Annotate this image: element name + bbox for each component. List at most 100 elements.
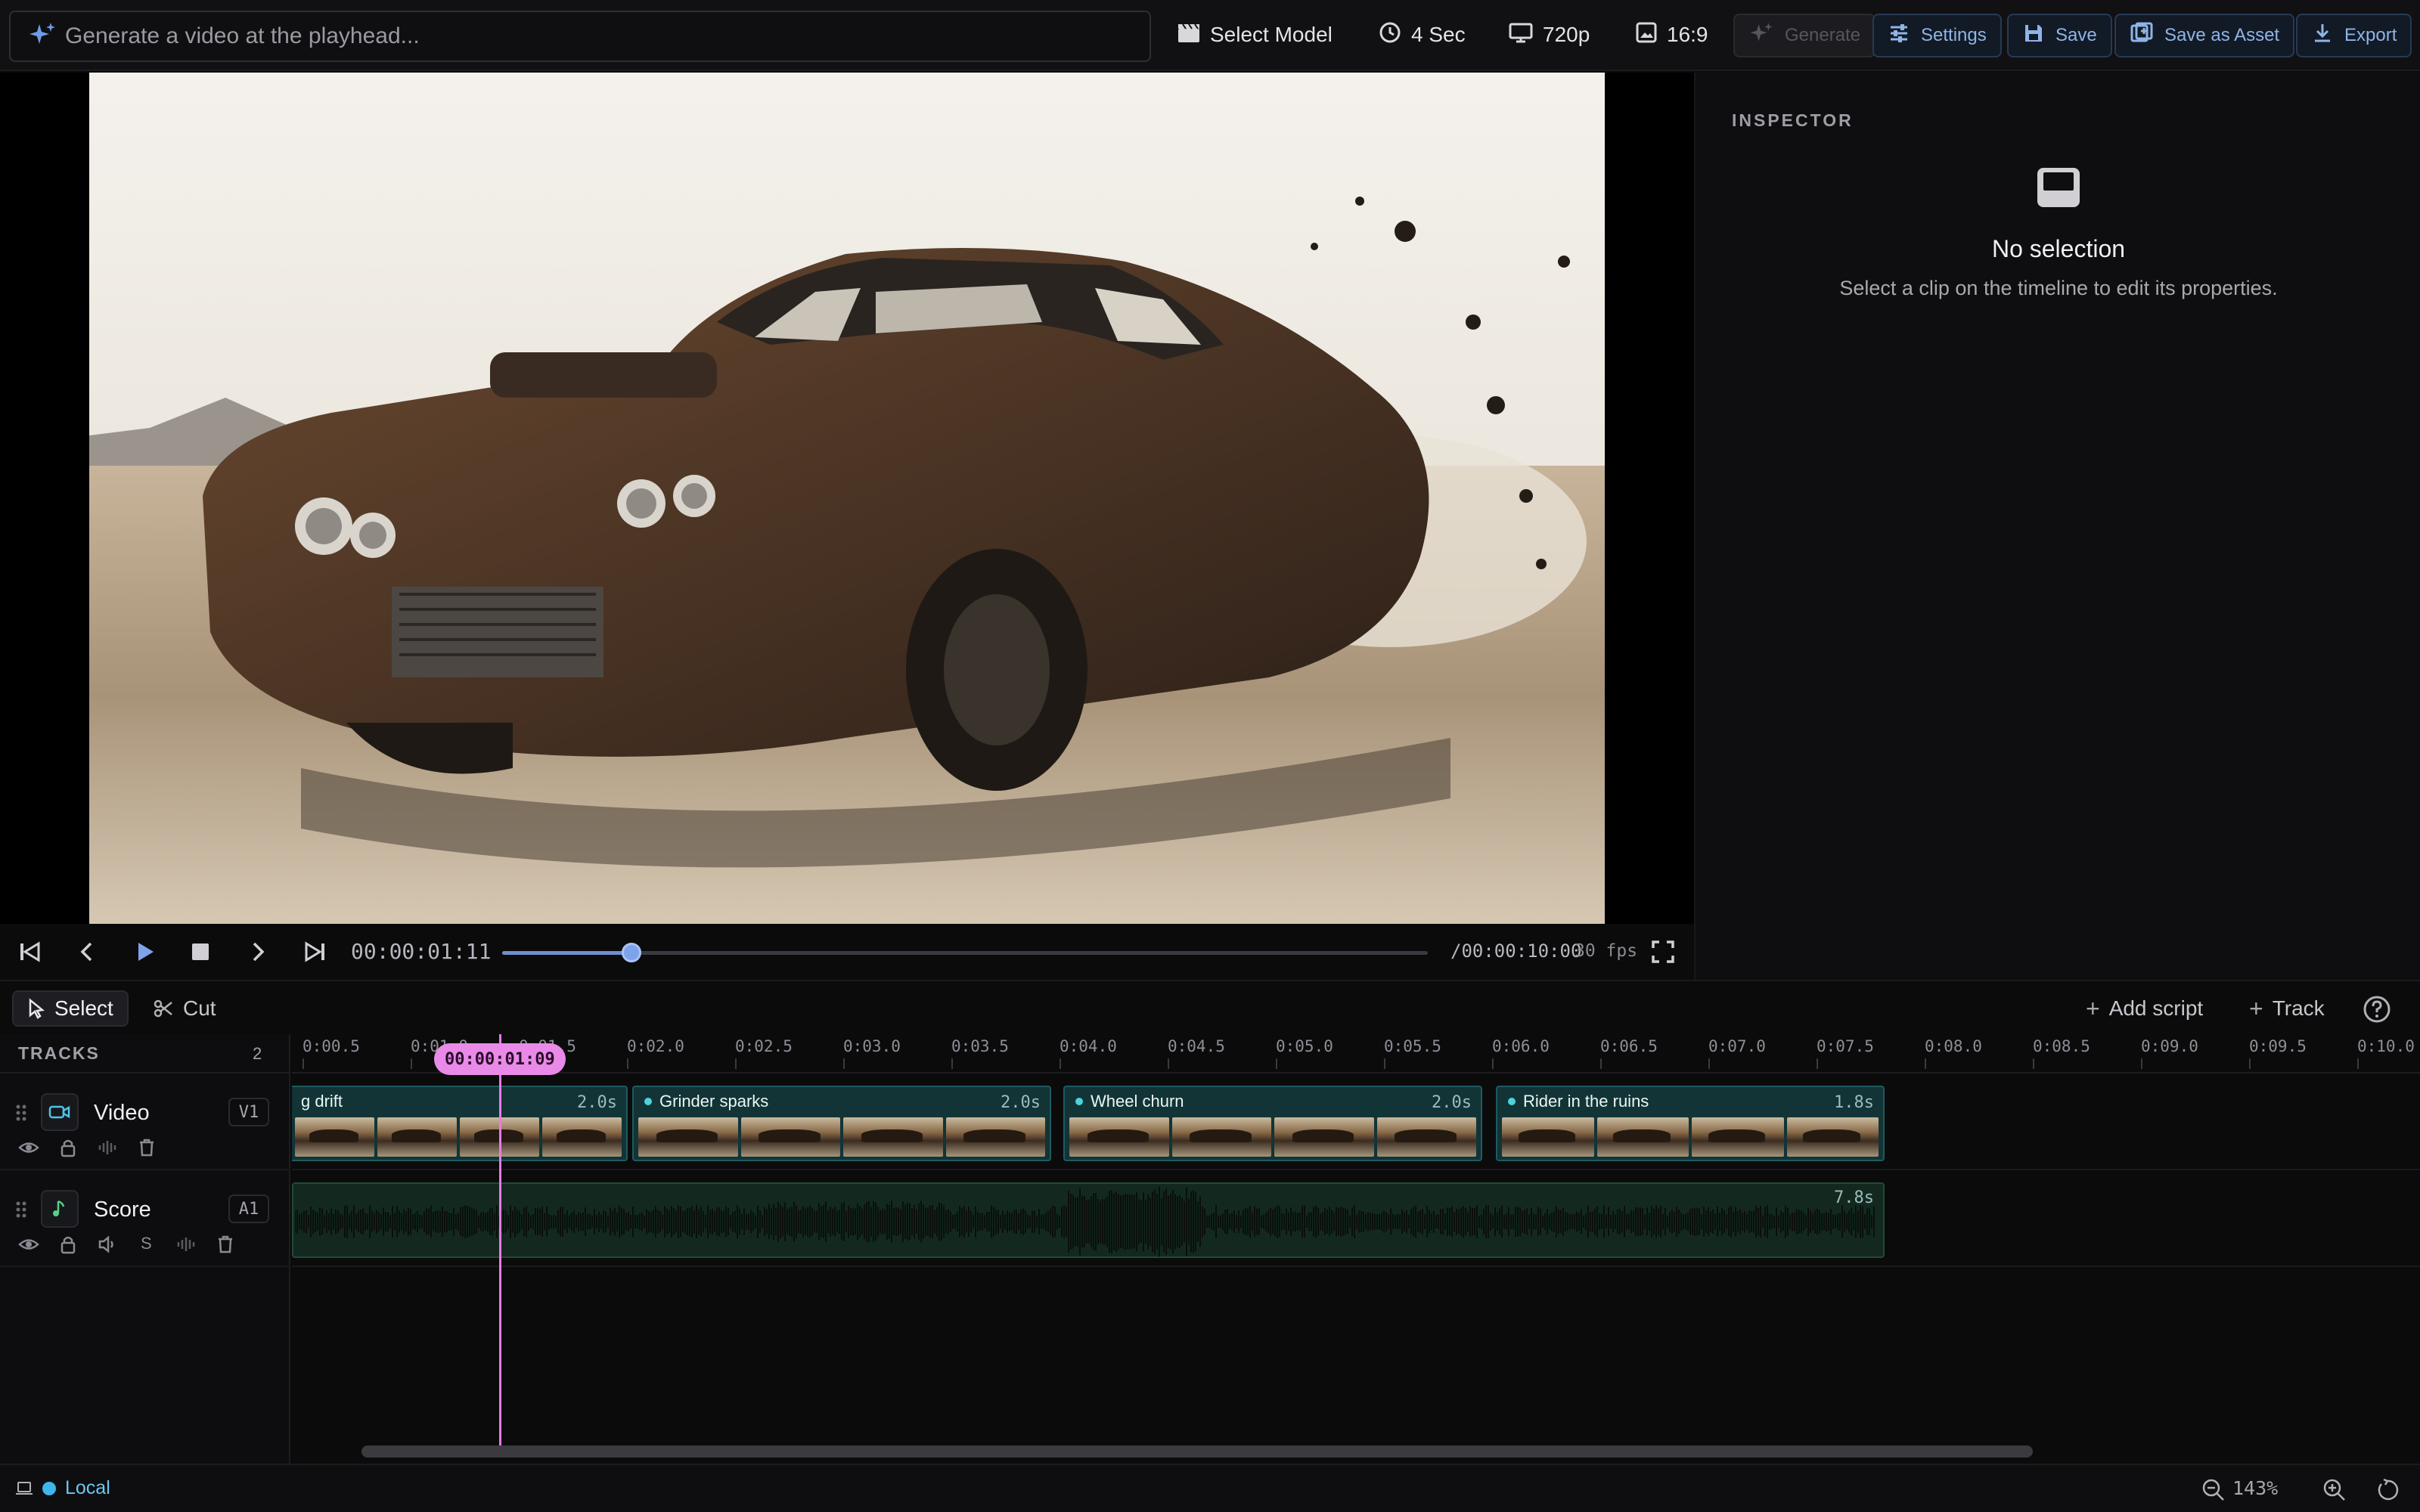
video-track-name: Video bbox=[94, 1101, 150, 1125]
generate-button[interactable]: Generate bbox=[1733, 14, 1876, 57]
scissors-icon bbox=[154, 999, 172, 1018]
horizontal-scrollbar[interactable] bbox=[361, 1445, 2033, 1458]
save-button[interactable]: Save bbox=[2007, 14, 2112, 57]
clip-dot-icon bbox=[1508, 1098, 1516, 1105]
plus-icon: + bbox=[2249, 994, 2263, 1022]
export-button[interactable]: Export bbox=[2296, 14, 2412, 57]
current-timecode: 00:00:01:11 bbox=[351, 939, 492, 964]
time-ruler[interactable]: 0:00.50:01.00:01.50:02.00:02.50:03.00:03… bbox=[292, 1034, 2420, 1074]
lock-icon[interactable] bbox=[57, 1137, 79, 1158]
track-header-audio[interactable]: Score A1 S bbox=[0, 1172, 290, 1267]
skip-start-icon[interactable] bbox=[14, 936, 45, 968]
clip-thumbnails bbox=[638, 1117, 1045, 1157]
cut-tool-button[interactable]: Cut bbox=[139, 990, 230, 1027]
step-forward-icon[interactable] bbox=[242, 936, 274, 968]
clip-thumbnails bbox=[1069, 1117, 1476, 1157]
save-as-asset-button[interactable]: Save as Asset bbox=[2114, 14, 2295, 57]
settings-button[interactable]: Settings bbox=[1872, 14, 2002, 57]
trash-icon[interactable] bbox=[215, 1234, 236, 1255]
save-label: Save bbox=[2055, 25, 2097, 45]
prompt-box[interactable] bbox=[9, 11, 1151, 62]
audio-track-name: Score bbox=[94, 1198, 151, 1222]
playhead-timecode[interactable]: 00:00:01:09 bbox=[434, 1043, 566, 1075]
speaker-icon[interactable] bbox=[97, 1234, 118, 1255]
resolution-button[interactable]: 720p bbox=[1508, 11, 1590, 59]
ruler-tick bbox=[1708, 1058, 1710, 1069]
sliders-icon bbox=[1888, 22, 1910, 50]
video-clip-2[interactable]: Grinder sparks 2.0s bbox=[632, 1086, 1051, 1161]
clip-dot-icon bbox=[1075, 1098, 1083, 1105]
eye-icon[interactable] bbox=[18, 1137, 39, 1158]
duration-button[interactable]: 4 Sec bbox=[1378, 11, 1466, 59]
help-icon[interactable] bbox=[2361, 993, 2393, 1025]
connection-status[interactable]: Local bbox=[15, 1477, 110, 1499]
eye-icon[interactable] bbox=[18, 1234, 39, 1255]
ruler-tick-label: 0:00.5 bbox=[302, 1037, 360, 1055]
status-label: Local bbox=[65, 1477, 110, 1498]
aspect-ratio-label: 16:9 bbox=[1667, 23, 1708, 46]
drag-handle-icon[interactable] bbox=[14, 1199, 29, 1220]
ruler-tick bbox=[1600, 1058, 1602, 1069]
zoom-in-icon[interactable] bbox=[2322, 1477, 2347, 1503]
laptop-icon bbox=[16, 1481, 33, 1495]
fullscreen-icon[interactable] bbox=[1647, 936, 1679, 968]
select-tool-button[interactable]: Select bbox=[12, 990, 129, 1027]
skip-end-icon[interactable] bbox=[299, 936, 331, 968]
clip-thumbnails bbox=[1502, 1117, 1879, 1157]
playhead[interactable] bbox=[499, 1034, 501, 1450]
scrubber-fill bbox=[502, 951, 632, 955]
scrubber-handle[interactable] bbox=[622, 943, 642, 962]
ruler-tick bbox=[1168, 1058, 1169, 1069]
resolution-label: 720p bbox=[1543, 23, 1590, 46]
audio-clip[interactable]: 7.8s bbox=[292, 1182, 1885, 1258]
ruler-tick bbox=[2357, 1058, 2359, 1069]
clip-title: Rider in the ruins bbox=[1508, 1092, 1649, 1111]
select-model-button[interactable]: Select Model bbox=[1177, 11, 1333, 59]
generate-label: Generate bbox=[1785, 25, 1861, 45]
stop-icon[interactable] bbox=[185, 936, 216, 968]
trash-icon[interactable] bbox=[136, 1137, 157, 1158]
ruler-tick-label: 0:02.0 bbox=[627, 1037, 684, 1055]
ruler-tick-label: 0:04.0 bbox=[1060, 1037, 1117, 1055]
ruler-tick bbox=[1492, 1058, 1494, 1069]
video-lane: g drift 2.0s Grinder sparks 2.0s Wheel c… bbox=[292, 1075, 2420, 1170]
video-clip-4[interactable]: Rider in the ruins 1.8s bbox=[1496, 1086, 1885, 1161]
solo-button[interactable]: S bbox=[141, 1234, 152, 1253]
audio-lane: 7.8s bbox=[292, 1172, 2420, 1267]
ruler-tick bbox=[1925, 1058, 1926, 1069]
no-selection-title: No selection bbox=[1991, 235, 2126, 262]
waveform-icon[interactable] bbox=[97, 1137, 118, 1158]
total-timecode: /00:00:10:00 bbox=[1450, 940, 1582, 962]
track-header-video[interactable]: Video V1 bbox=[0, 1075, 290, 1170]
ruler-tick-label: 0:08.0 bbox=[1925, 1037, 1982, 1055]
ruler-tick bbox=[1276, 1058, 1277, 1069]
aspect-ratio-button[interactable]: 16:9 bbox=[1635, 11, 1708, 59]
clapperboard-icon bbox=[1177, 21, 1201, 49]
ruler-tick-label: 0:06.0 bbox=[1492, 1037, 1550, 1055]
video-clip-3[interactable]: Wheel churn 2.0s bbox=[1063, 1086, 1482, 1161]
ruler-tick-label: 0:02.5 bbox=[735, 1037, 793, 1055]
play-icon[interactable] bbox=[129, 936, 160, 968]
video-preview[interactable] bbox=[89, 73, 1605, 924]
select-tool-label: Select bbox=[54, 996, 113, 1020]
scrubber[interactable] bbox=[502, 943, 1428, 962]
ruler-tick-label: 0:05.5 bbox=[1384, 1037, 1441, 1055]
zoom-out-icon[interactable] bbox=[2201, 1477, 2226, 1503]
timeline-area[interactable]: 0:00.50:01.00:01.50:02.00:02.50:03.00:03… bbox=[292, 1034, 2420, 1464]
prompt-input[interactable] bbox=[65, 23, 1124, 49]
waveform-icon[interactable] bbox=[175, 1234, 197, 1255]
ruler-tick-label: 0:06.5 bbox=[1600, 1037, 1658, 1055]
inspector-panel: INSPECTOR No selection Select a clip on … bbox=[1694, 73, 2420, 980]
timeline-toolbar: Select Cut + Add script + Track bbox=[0, 980, 2420, 1033]
drag-handle-icon[interactable] bbox=[14, 1102, 29, 1123]
clip-thumbnails bbox=[295, 1117, 622, 1157]
lock-icon[interactable] bbox=[57, 1234, 79, 1255]
add-track-button[interactable]: + Track bbox=[2235, 990, 2338, 1027]
ruler-tick bbox=[1060, 1058, 1061, 1069]
plus-icon: + bbox=[2086, 994, 2100, 1022]
add-script-button[interactable]: + Add script bbox=[2072, 990, 2217, 1027]
step-back-icon[interactable] bbox=[71, 936, 103, 968]
reset-zoom-icon[interactable] bbox=[2375, 1477, 2400, 1503]
video-clip-1[interactable]: g drift 2.0s bbox=[292, 1086, 628, 1161]
add-track-label: Track bbox=[2272, 996, 2325, 1020]
